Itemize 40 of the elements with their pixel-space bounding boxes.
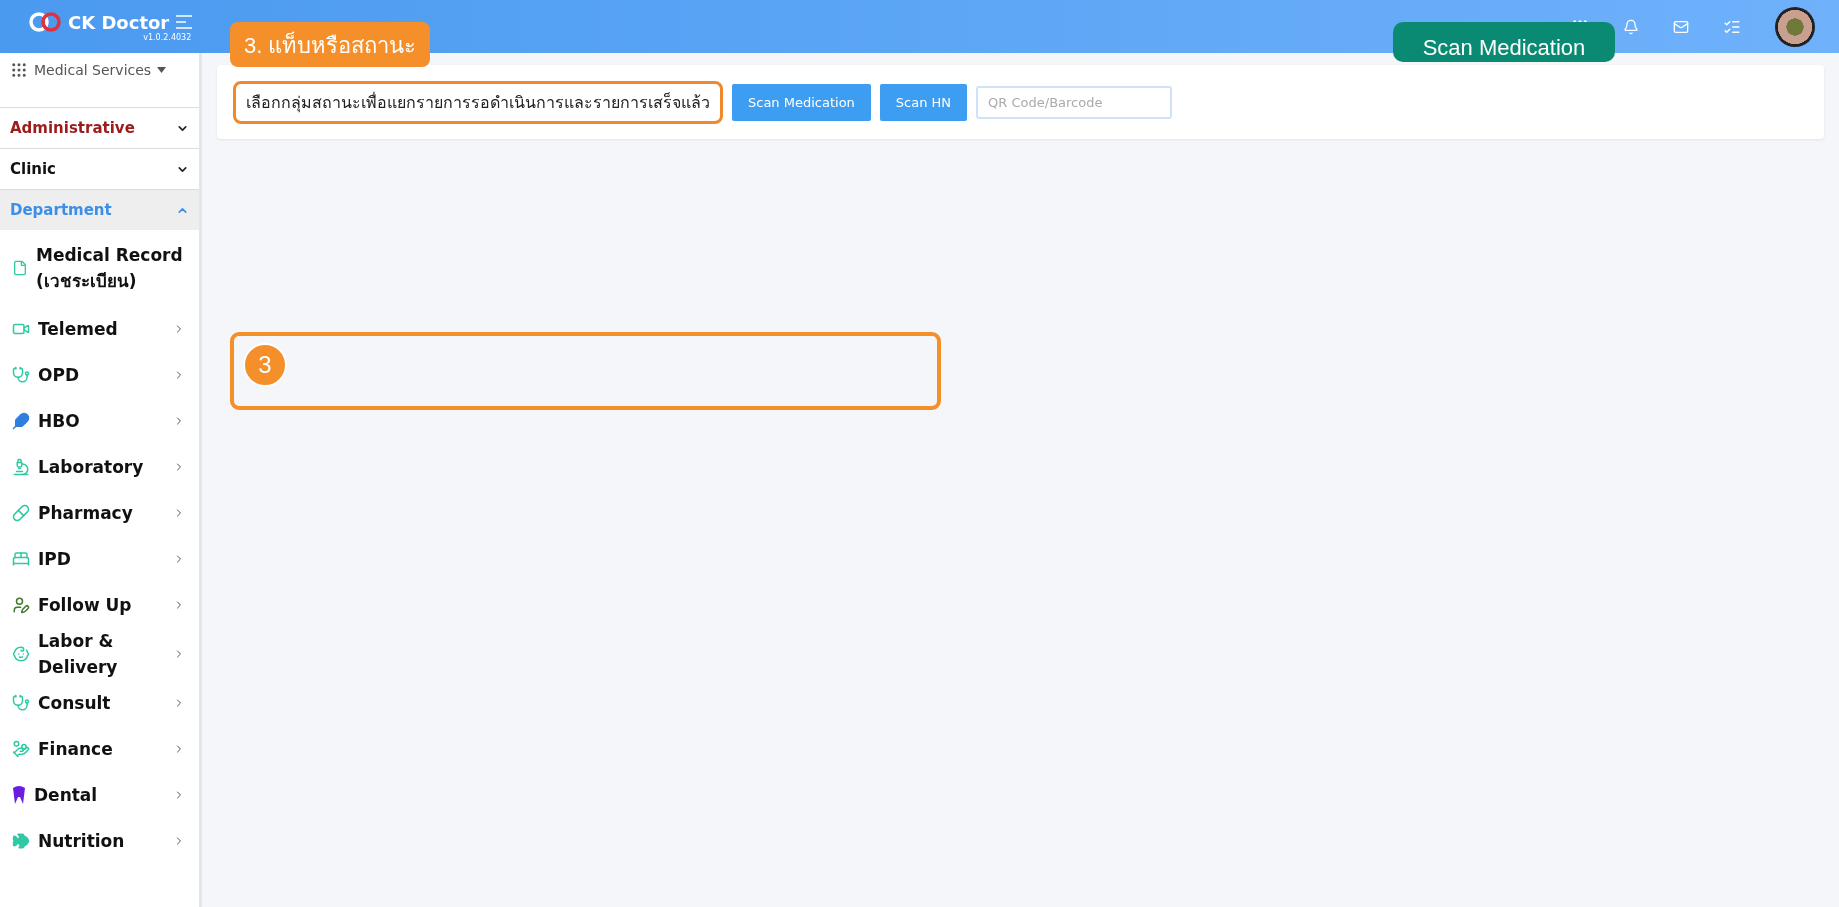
microscope-icon <box>12 458 30 476</box>
fish-icon <box>12 832 30 850</box>
status-filter[interactable]: เลือกกลุ่มสถานะเพื่อแยกรายการรอดำเนินการและรายการเสร็จแล้ว <box>233 80 723 124</box>
sidebar-item[interactable]: Dental <box>0 772 199 818</box>
user-pen-icon <box>12 596 30 614</box>
stethoscope-icon <box>12 694 30 712</box>
sidebar-item[interactable]: Medical Record (เวชระเบียน) <box>0 230 199 306</box>
pill-icon <box>12 504 30 522</box>
brand-name: CK Doctor <box>68 11 170 33</box>
sidebar-item[interactable]: Pharmacy <box>0 490 199 536</box>
menu-icon[interactable] <box>175 15 194 29</box>
step-marker: 3 <box>243 343 287 387</box>
sidebar-item[interactable]: OPD <box>0 352 199 398</box>
service-menu[interactable]: Medical Services <box>0 53 199 85</box>
sidebar-item[interactable]: Telemed <box>0 306 199 352</box>
sidebar-item[interactable]: Labor & Delivery <box>0 628 199 680</box>
mail-icon[interactable] <box>1673 18 1689 35</box>
sidebar-item[interactable]: Nutrition <box>0 818 199 864</box>
sidebar-item[interactable]: IPD <box>0 536 199 582</box>
logo-icon <box>28 12 62 32</box>
tooltip: Scan Medication <box>1393 22 1615 62</box>
version-label: v1.0.2.4032 <box>143 32 192 42</box>
caret-icon <box>157 67 167 73</box>
sidebar-item[interactable]: Laboratory <box>0 444 199 490</box>
tooth-icon <box>12 785 26 805</box>
stethoscope-icon <box>12 366 30 384</box>
callout-label: 3. แท็บหรือสถานะ <box>230 22 431 67</box>
bed-icon <box>12 550 30 568</box>
sidebar-item[interactable]: Follow Up <box>0 582 199 628</box>
baby-icon <box>12 645 30 663</box>
notification-icon[interactable] <box>1623 18 1639 35</box>
hand-coins-icon <box>12 740 30 758</box>
file-icon <box>12 260 28 276</box>
grid-icon <box>10 61 28 79</box>
sidebar-item[interactable]: HBO <box>0 398 199 444</box>
sidebar-item[interactable]: Finance <box>0 726 199 772</box>
barcode-input[interactable]: QR Code/Barcode <box>976 85 1173 119</box>
avatar[interactable] <box>1775 6 1815 47</box>
sidebar-item[interactable]: Consult <box>0 680 199 726</box>
feather-icon <box>12 412 30 430</box>
